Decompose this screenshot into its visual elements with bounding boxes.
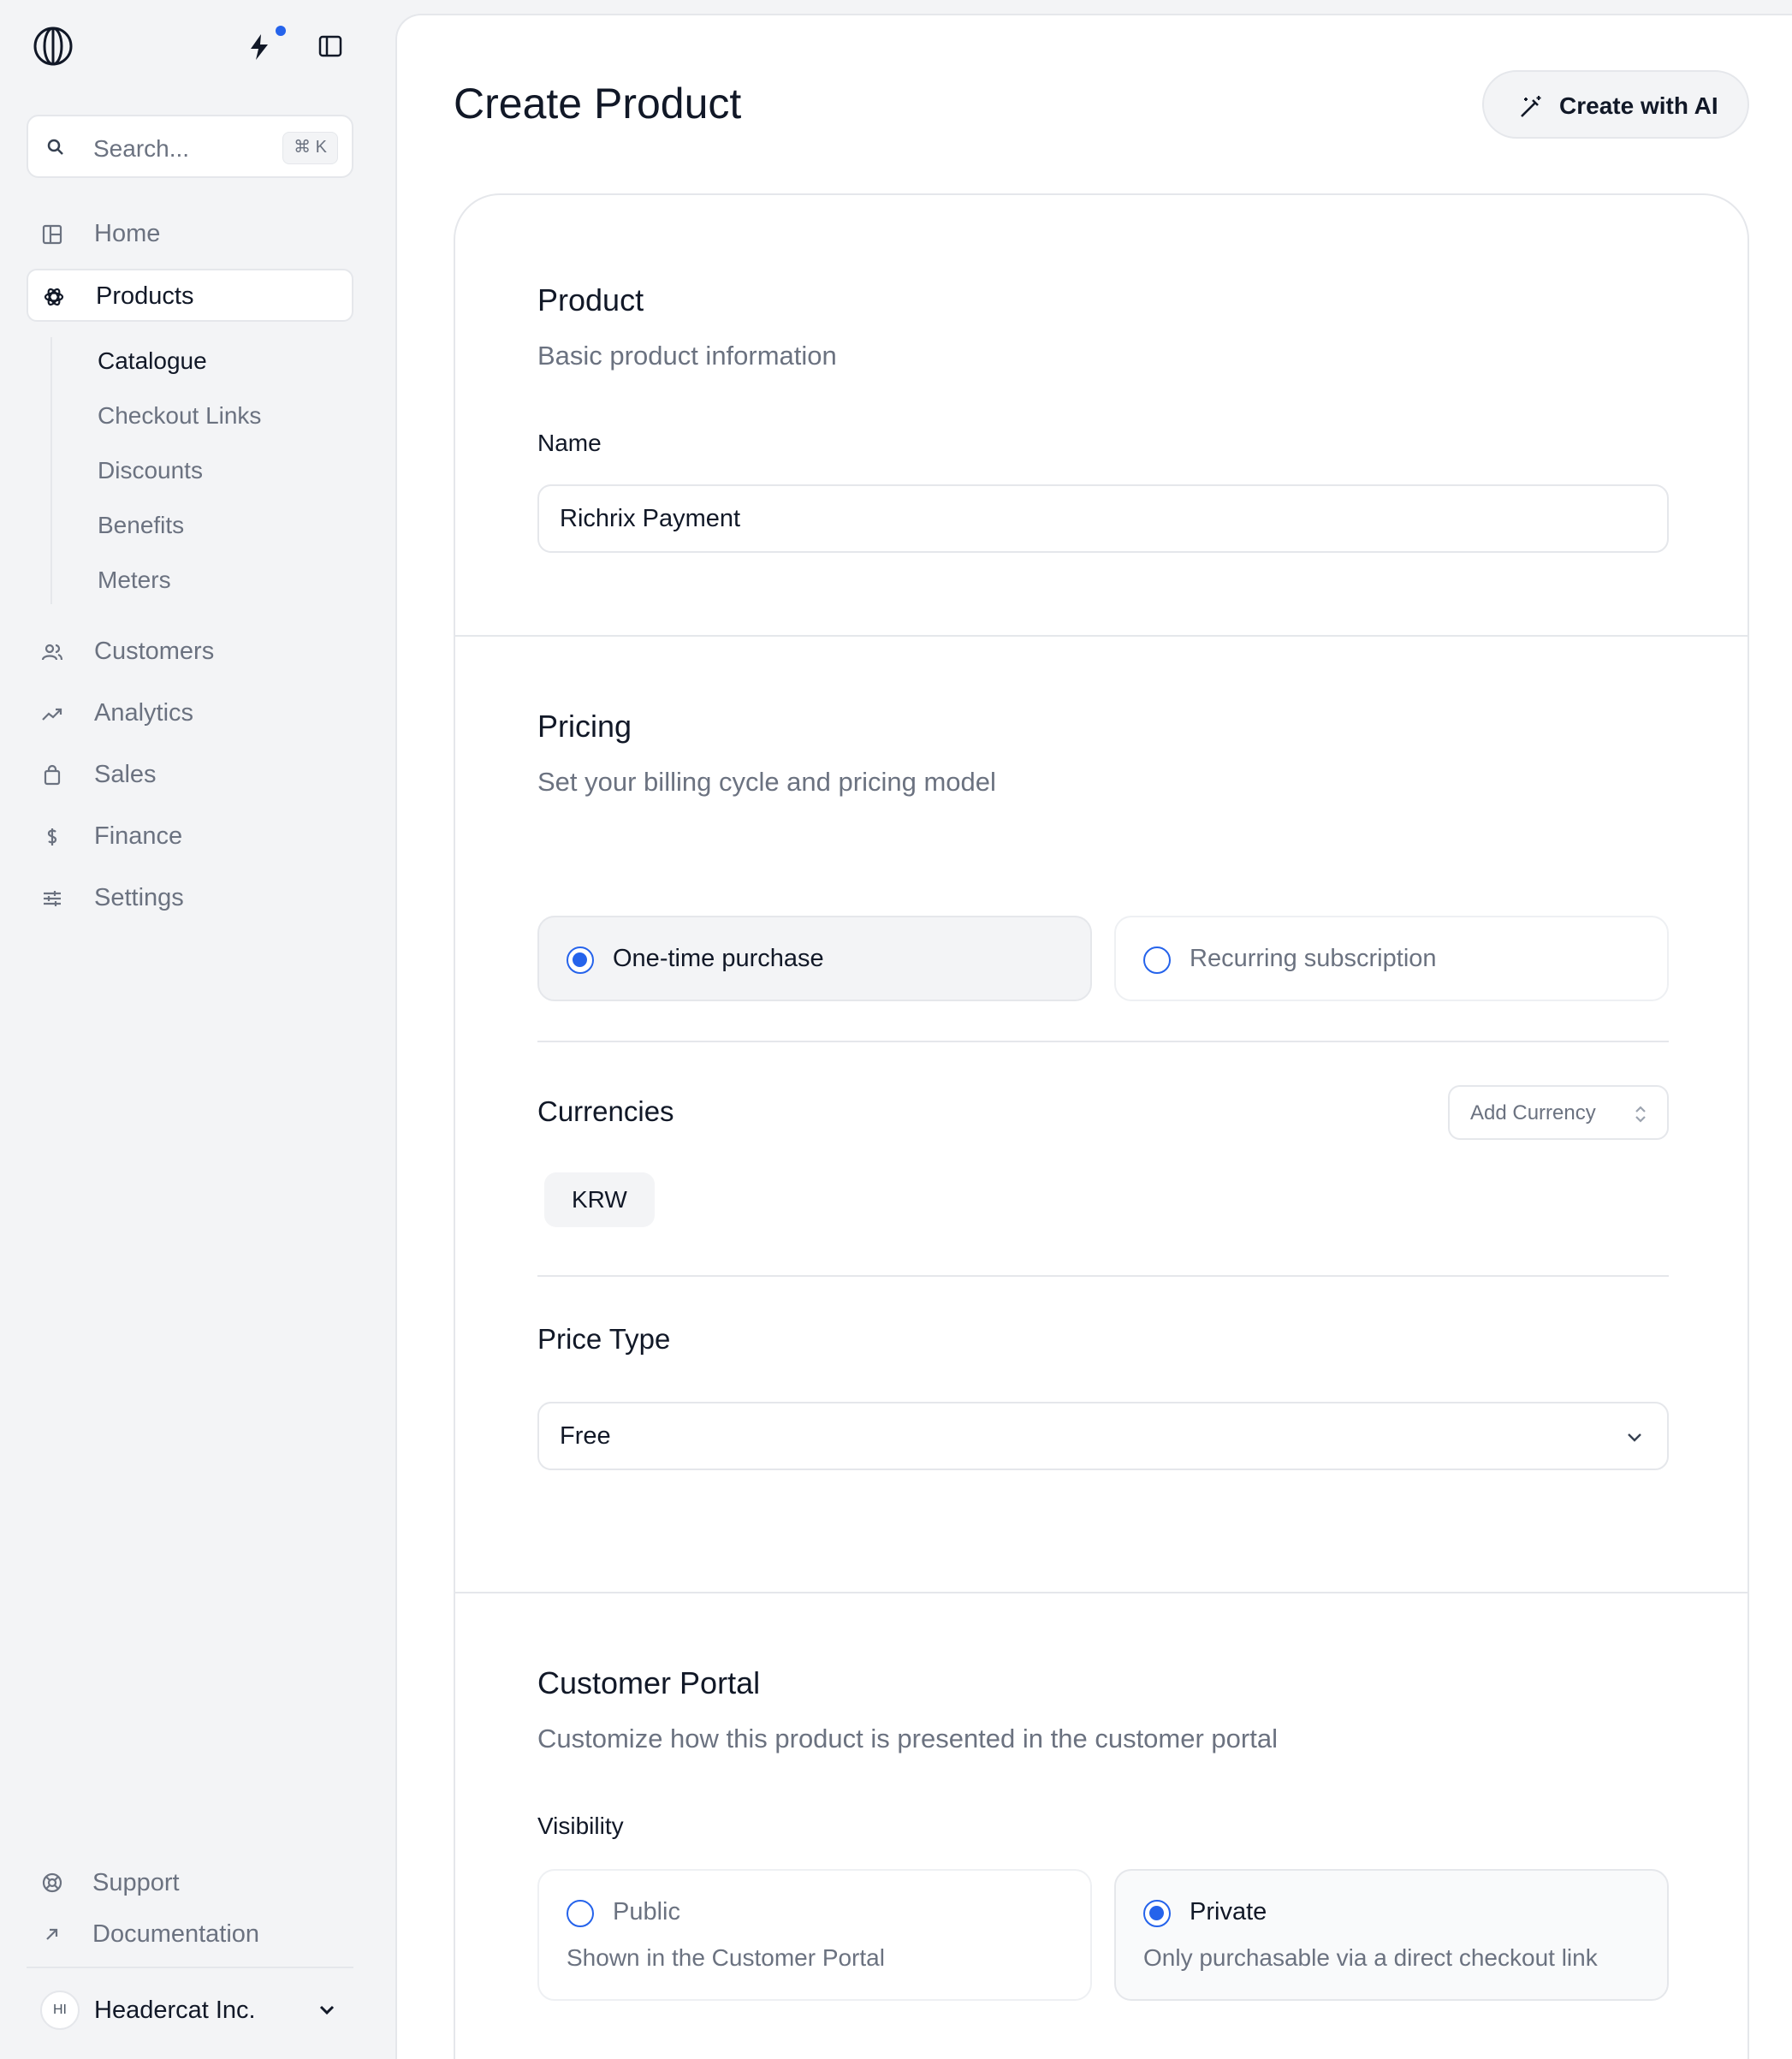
sidebar-item-label: Customers [94,638,215,665]
sidebar-item-home[interactable]: Home [27,208,353,261]
add-currency-select[interactable]: Add Currency [1448,1085,1669,1140]
section-divider [455,635,1747,637]
products-icon [44,288,64,306]
section-title-pricing: Pricing [537,709,632,744]
main-panel: Create Product Create with AI Product Ba… [395,14,1792,2059]
currency-chip[interactable]: KRW [544,1172,655,1227]
price-type-label: Price Type [537,1323,671,1355]
dollar-icon [47,828,57,846]
search-placeholder: Search... [93,135,190,162]
support-label: Support [92,1869,180,1896]
price-type-value: Free [560,1422,611,1450]
support-link[interactable]: Support [27,1859,353,1907]
search-icon [47,139,63,155]
sliders-icon [44,891,61,906]
subnav-item-catalogue[interactable]: Catalogue [98,347,207,375]
sidebar-item-label: Finance [94,822,183,850]
trend-icon [42,708,62,721]
section-subtitle-pricing: Set your billing cycle and pricing model [537,767,996,797]
bolt-icon[interactable] [246,33,272,62]
create-with-ai-label: Create with AI [1559,92,1718,119]
organization-name: Headercat Inc. [94,1997,256,2024]
subnav-item-checkout-links[interactable]: Checkout Links [98,402,261,430]
option-label: One-time purchase [613,945,824,972]
sidebar-item-analytics[interactable]: Analytics [27,687,353,740]
grid-icon [42,224,62,245]
sidebar-toggle-icon[interactable] [317,33,344,60]
documentation-label: Documentation [92,1920,260,1948]
visibility-public-option[interactable]: Public Shown in the Customer Portal [537,1869,1092,2001]
radio-selected[interactable] [1143,1900,1171,1927]
price-type-select[interactable]: Free [537,1402,1669,1470]
chevron-up-down-icon [1635,1106,1646,1123]
option-label: Private [1190,1898,1267,1925]
one-time-purchase-option[interactable]: One-time purchase [537,916,1092,1001]
sidebar-item-label: Settings [94,884,184,911]
sidebar-item-label: Home [94,220,161,247]
name-input[interactable]: Richrix Payment [537,484,1669,553]
chevron-down-icon [1628,1433,1641,1442]
search-shortcut-badge: ⌘ K [282,132,338,164]
section-title-product: Product [537,282,644,317]
radio-unselected[interactable] [1143,946,1171,974]
name-input-value: Richrix Payment [560,505,741,532]
sidebar-item-label: Products [96,282,194,310]
sidebar: Search... ⌘ K Home Products Catalogue Ch… [0,0,395,2059]
option-label: Public [613,1898,680,1925]
visibility-private-option[interactable]: Private Only purchasable via a direct ch… [1114,1869,1669,2001]
subnav-item-meters[interactable]: Meters [98,567,171,594]
recurring-subscription-option[interactable]: Recurring subscription [1114,916,1669,1001]
sidebar-item-sales[interactable]: Sales [27,749,353,802]
external-arrow-icon [46,1928,58,1940]
divider [537,1041,1669,1042]
section-divider [455,1592,1747,1593]
users-icon [41,644,63,661]
product-form-card: Product Basic product information Name R… [454,193,1749,2059]
avatar: HI [40,1991,80,2030]
option-label: Recurring subscription [1190,945,1437,972]
sidebar-item-finance[interactable]: Finance [27,810,353,863]
divider [537,1275,1669,1277]
sidebar-item-label: Sales [94,761,157,788]
sidebar-item-products[interactable]: Products [27,269,353,322]
sidebar-footer-divider [27,1967,353,1968]
section-subtitle-customer-portal: Customize how this product is presented … [537,1724,1278,1753]
section-title-customer-portal: Customer Portal [537,1665,761,1700]
section-subtitle-product: Basic product information [537,341,837,371]
currencies-label: Currencies [537,1095,674,1127]
brand-logo-icon[interactable] [33,26,74,67]
page-title: Create Product [454,80,742,128]
option-description: Only purchasable via a direct checkout l… [1143,1944,1598,1971]
sidebar-item-customers[interactable]: Customers [27,626,353,679]
magic-wand-icon [1521,96,1541,117]
create-with-ai-button[interactable]: Create with AI [1482,70,1749,139]
sidebar-item-label: Analytics [94,699,194,727]
lifebuoy-icon [42,1872,62,1893]
radio-selected[interactable] [567,946,594,974]
name-label: Name [537,430,602,456]
submenu-rail [50,337,52,604]
radio-unselected[interactable] [567,1900,594,1927]
notification-dot [276,26,286,36]
add-currency-label: Add Currency [1470,1101,1596,1124]
option-description: Shown in the Customer Portal [567,1944,885,1971]
sidebar-item-settings[interactable]: Settings [27,872,353,925]
organization-switcher[interactable]: HI Headercat Inc. [27,1984,353,2037]
search-input[interactable]: Search... ⌘ K [27,115,353,178]
subnav-item-discounts[interactable]: Discounts [98,457,203,484]
chevron-down-icon [319,2005,335,2015]
visibility-label: Visibility [537,1813,624,1839]
subnav-item-benefits[interactable]: Benefits [98,512,184,539]
bag-icon [44,764,61,786]
documentation-link[interactable]: Documentation [27,1910,353,1958]
